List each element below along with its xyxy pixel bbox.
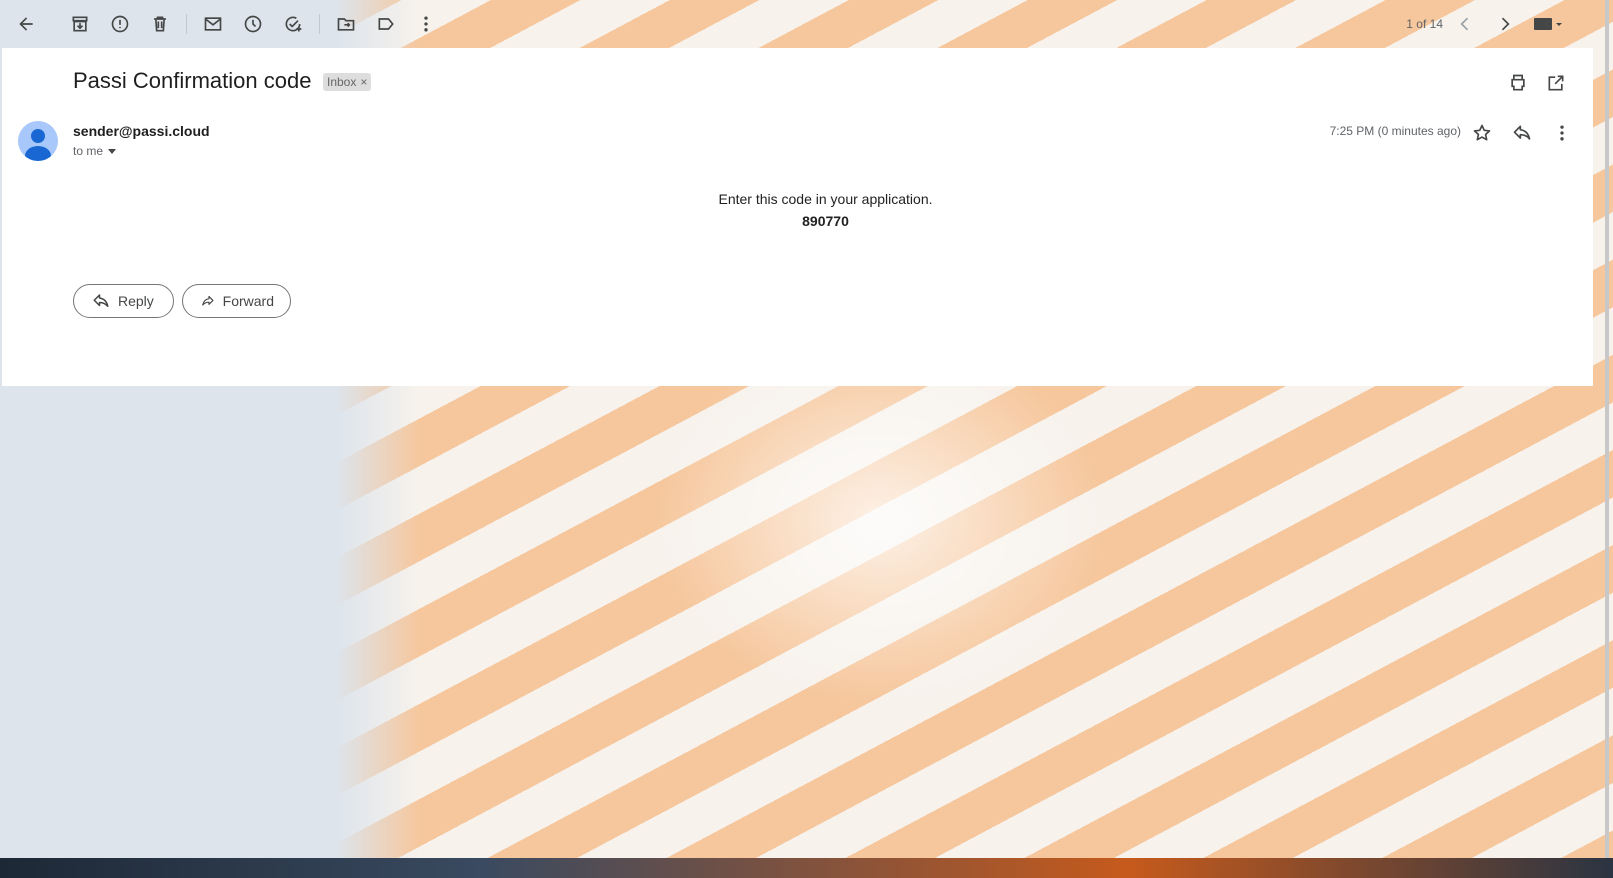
mark-unread-icon xyxy=(204,17,222,31)
move-to-icon xyxy=(337,18,355,31)
delete-button[interactable] xyxy=(140,4,180,44)
input-tools-button[interactable] xyxy=(1525,4,1573,44)
more-vert-icon xyxy=(1560,125,1564,141)
label-button[interactable] xyxy=(366,4,406,44)
message-toolbar xyxy=(0,0,1600,48)
thread-tools xyxy=(1501,66,1573,100)
back-arrow-icon xyxy=(19,17,33,31)
archive-icon xyxy=(72,16,88,32)
move-to-button[interactable] xyxy=(326,4,366,44)
print-icon xyxy=(1511,74,1525,91)
star-button[interactable] xyxy=(1463,114,1501,152)
confirmation-code: 890770 xyxy=(802,213,849,229)
message-timestamp: 7:25 PM (0 minutes ago) xyxy=(1329,124,1461,138)
message-subject: Passi Confirmation code xyxy=(73,68,312,93)
message-card: Passi Confirmation code Inbox × sender@p… xyxy=(2,48,1593,386)
report-spam-icon xyxy=(111,15,129,33)
back-button[interactable] xyxy=(6,4,46,44)
remove-label-icon[interactable]: × xyxy=(360,75,367,89)
quick-reply-button[interactable] xyxy=(1503,114,1541,152)
forward-icon xyxy=(202,295,214,306)
inbox-label-chip: Inbox × xyxy=(323,73,372,91)
sender-address[interactable]: sender@passi.cloud xyxy=(73,123,210,139)
delete-icon xyxy=(154,16,166,32)
older-chevron-icon xyxy=(1501,17,1510,31)
pagination-controls xyxy=(1445,4,1573,44)
taskbar-strip xyxy=(0,858,1613,878)
message-counter: 1 of 14 xyxy=(1406,17,1443,31)
forward-label: Forward xyxy=(222,293,274,309)
more-vert-icon xyxy=(424,16,428,32)
open-in-new-icon xyxy=(1548,75,1564,91)
report-spam-button[interactable] xyxy=(100,4,140,44)
reply-icon xyxy=(93,294,109,307)
snooze-button[interactable] xyxy=(233,4,273,44)
message-more-button[interactable] xyxy=(1543,114,1581,152)
reply-label: Reply xyxy=(118,293,154,309)
recipient-text: to me xyxy=(73,144,104,158)
label-chip-text: Inbox xyxy=(327,75,357,89)
star-icon xyxy=(1473,124,1491,141)
recipient-details[interactable]: to me xyxy=(73,144,117,158)
avatar-head xyxy=(31,129,45,143)
keyboard-icon xyxy=(1534,18,1562,30)
open-new-window-button[interactable] xyxy=(1539,66,1573,100)
label-icon xyxy=(378,18,394,30)
toolbar-divider xyxy=(319,14,320,34)
newer-chevron-icon xyxy=(1460,17,1469,31)
forward-button[interactable]: Forward xyxy=(182,284,291,318)
more-actions-button[interactable] xyxy=(406,4,446,44)
older-button[interactable] xyxy=(1485,4,1525,44)
caret-down-icon xyxy=(108,149,117,154)
body-instruction: Enter this code in your application. xyxy=(718,191,933,207)
add-task-button[interactable] xyxy=(273,4,313,44)
add-task-icon xyxy=(285,16,302,32)
newer-button[interactable] xyxy=(1445,4,1485,44)
archive-button[interactable] xyxy=(60,4,100,44)
print-all-button[interactable] xyxy=(1501,66,1535,100)
snooze-icon xyxy=(244,15,262,33)
message-tools xyxy=(1463,114,1581,152)
avatar-body xyxy=(25,146,51,161)
sender-avatar[interactable] xyxy=(18,121,58,161)
toolbar-divider xyxy=(186,14,187,34)
reply-icon xyxy=(1513,125,1531,140)
mark-unread-button[interactable] xyxy=(193,4,233,44)
message-body: Enter this code in your application. 890… xyxy=(2,188,1613,232)
reply-button[interactable]: Reply xyxy=(73,284,174,318)
